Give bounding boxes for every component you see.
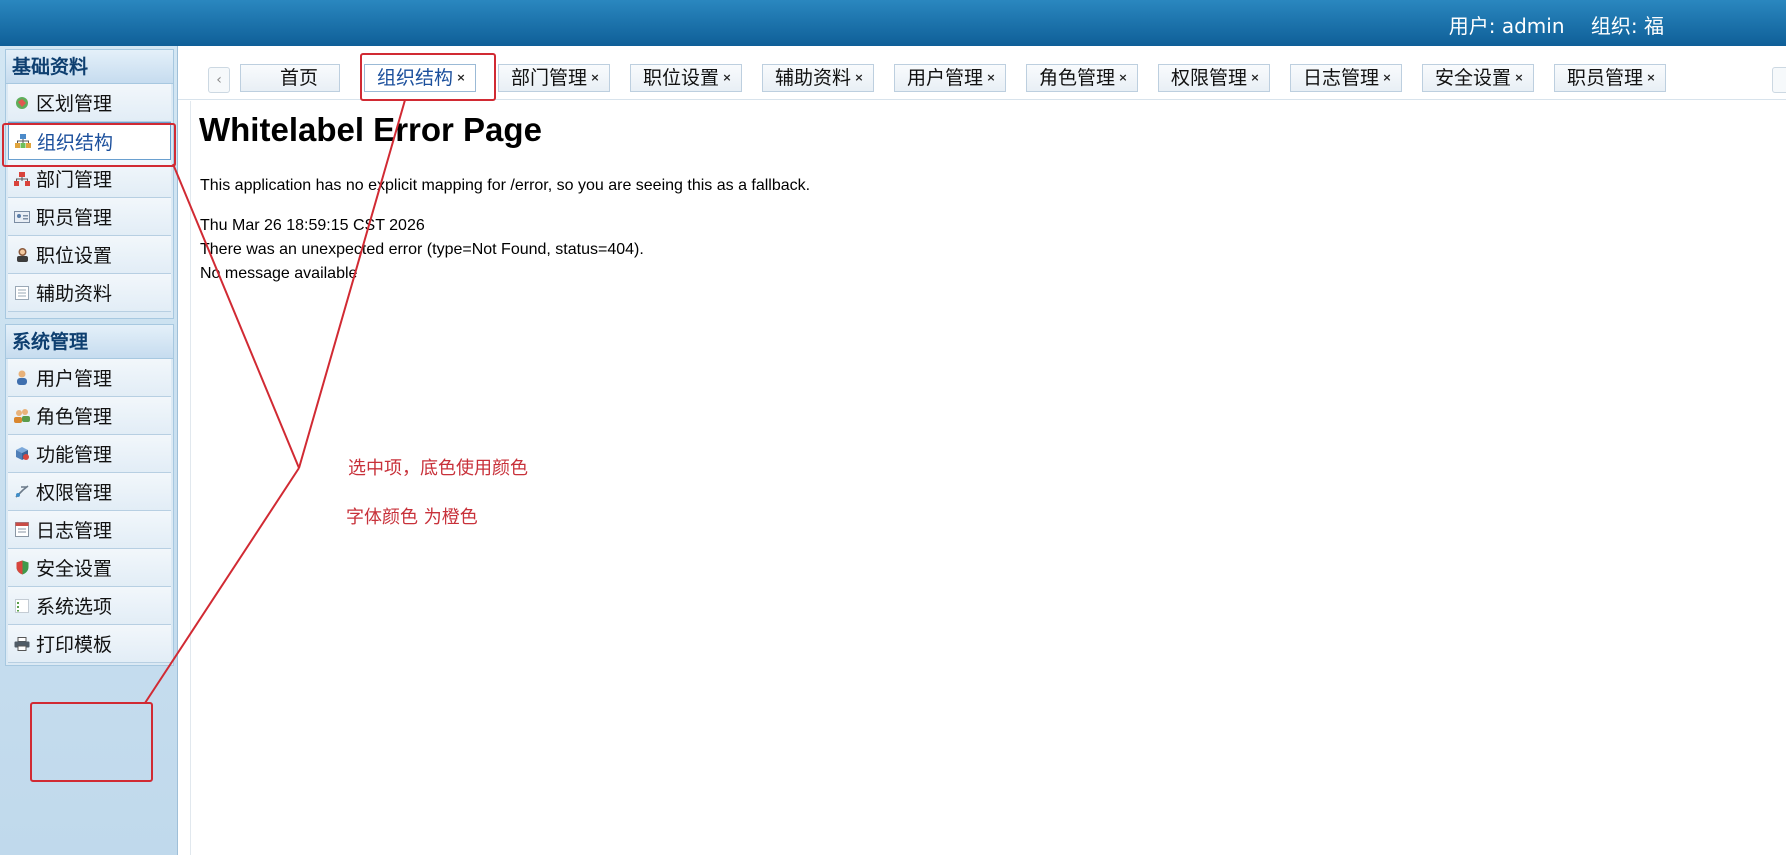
tab-label: 部门管理 — [511, 67, 588, 89]
error-page-title: Whitelabel Error Page — [199, 111, 542, 148]
org-structure-icon — [15, 133, 31, 149]
printer-icon — [14, 636, 30, 652]
sidebar-item-user[interactable]: 用户管理 — [8, 359, 171, 397]
tab-close-icon[interactable]: × — [1249, 72, 1261, 84]
tab-label: 日志管理 — [1303, 67, 1380, 89]
top-header-bar: 用户: admin 组织: 福 — [0, 0, 1786, 46]
sidebar-item-position[interactable]: 职位设置 — [8, 236, 171, 274]
department-icon — [14, 171, 30, 187]
sidebar-item-label: 打印模板 — [36, 634, 113, 656]
sidebar-item-label: 组织结构 — [37, 131, 114, 154]
tab-label: 职位设置 — [643, 67, 720, 89]
role-icon — [14, 408, 30, 424]
region-icon — [14, 95, 30, 111]
tab-close-icon[interactable]: × — [1513, 72, 1525, 84]
tab-close-icon[interactable]: × — [853, 72, 865, 84]
tab-department[interactable]: 部门管理 × — [498, 64, 610, 92]
sidebar-item-label: 角色管理 — [36, 406, 113, 428]
error-message: This application has no explicit mapping… — [200, 177, 811, 194]
sidebar-item-permission[interactable]: 权限管理 — [8, 473, 171, 511]
tab-strip: ‹ 首页 组织结构 × 部门管理 × 职位设置 × 辅助资料 × 用户管理 × … — [178, 46, 1786, 100]
user-icon — [14, 370, 30, 386]
user-info: 用户: admin 组织: 福 — [1429, 0, 1664, 46]
sidebar: 基础资料 区划管理 组织结构 部门管理 职员管理 职位设置 辅助资料 系统管理 … — [0, 46, 178, 855]
error-no-message: No message available — [200, 265, 358, 282]
sidebar-item-label: 安全设置 — [36, 558, 113, 580]
tab-close-icon[interactable]: × — [985, 72, 997, 84]
tab-close-icon[interactable]: × — [1117, 72, 1129, 84]
employee-card-icon — [14, 209, 30, 225]
tab-log[interactable]: 日志管理 × — [1290, 64, 1402, 92]
list-doc-icon — [14, 285, 30, 301]
sidebar-item-employee[interactable]: 职员管理 — [8, 198, 171, 236]
sidebar-item-label: 部门管理 — [36, 169, 113, 191]
annotation-note-background: 选中项，底色使用颜色 — [348, 458, 528, 479]
sidebar-item-auxiliary[interactable]: 辅助资料 — [8, 274, 171, 312]
sidebar-item-role[interactable]: 角色管理 — [8, 397, 171, 435]
sidebar-item-options[interactable]: 系统选项 — [8, 587, 171, 625]
sidebar-item-label: 功能管理 — [36, 444, 113, 466]
tab-auxiliary[interactable]: 辅助资料 × — [762, 64, 874, 92]
sidebar-item-label: 职位设置 — [36, 245, 113, 267]
tab-employee[interactable]: 职员管理 × — [1554, 64, 1666, 92]
error-timestamp: Thu Mar 26 18:59:15 CST 2026 — [200, 217, 425, 234]
tab-label: 用户管理 — [907, 67, 984, 89]
error-detail: There was an unexpected error (type=Not … — [200, 241, 644, 258]
tab-role[interactable]: 角色管理 × — [1026, 64, 1138, 92]
tab-security[interactable]: 安全设置 × — [1422, 64, 1534, 92]
sidebar-item-region[interactable]: 区划管理 — [8, 84, 171, 122]
function-icon — [14, 446, 30, 462]
sidebar-item-function[interactable]: 功能管理 — [8, 435, 171, 473]
annotation-note-font-color: 字体颜色 为橙色 — [346, 507, 478, 528]
current-org-label: 组织: 福 — [1590, 14, 1664, 38]
tab-label: 职员管理 — [1567, 67, 1644, 89]
tab-label: 角色管理 — [1039, 67, 1116, 89]
log-icon — [14, 522, 30, 538]
shield-icon — [14, 560, 30, 576]
tab-label: 安全设置 — [1435, 67, 1512, 89]
tab-close-icon[interactable]: × — [1645, 72, 1657, 84]
tab-close-icon[interactable]: × — [589, 72, 601, 84]
sidebar-group-title[interactable]: 基础资料 — [6, 50, 173, 84]
tab-scroll-right-button[interactable] — [1772, 67, 1786, 93]
sidebar-group-title[interactable]: 系统管理 — [6, 325, 173, 359]
sidebar-item-label: 辅助资料 — [36, 283, 113, 305]
tab-scroll-left-button[interactable]: ‹ — [208, 67, 230, 93]
options-icon — [14, 598, 30, 614]
tab-label: 权限管理 — [1171, 67, 1248, 89]
sidebar-item-department[interactable]: 部门管理 — [8, 160, 171, 198]
position-icon — [14, 247, 30, 263]
permission-icon — [14, 484, 30, 500]
sidebar-group-system: 系统管理 用户管理 角色管理 功能管理 权限管理 日志管理 安全设置 系统选项 … — [5, 324, 174, 666]
tab-position[interactable]: 职位设置 × — [630, 64, 742, 92]
sidebar-item-print-template[interactable]: 打印模板 — [8, 625, 171, 663]
sidebar-item-org-structure[interactable]: 组织结构 — [8, 122, 171, 160]
sidebar-item-log[interactable]: 日志管理 — [8, 511, 171, 549]
sidebar-item-label: 用户管理 — [36, 368, 113, 390]
tab-label: 首页 — [280, 67, 319, 89]
tab-org-structure[interactable]: 组织结构 × — [364, 64, 476, 92]
tab-home[interactable]: 首页 — [240, 64, 340, 92]
tab-label: 组织结构 — [377, 67, 454, 89]
sidebar-item-label: 权限管理 — [36, 482, 113, 504]
tab-close-icon[interactable]: × — [1381, 72, 1393, 84]
sidebar-item-label: 日志管理 — [36, 520, 113, 542]
sidebar-group-basic-data: 基础资料 区划管理 组织结构 部门管理 职员管理 职位设置 辅助资料 — [5, 49, 174, 319]
tab-user[interactable]: 用户管理 × — [894, 64, 1006, 92]
tab-close-icon[interactable]: × — [721, 72, 733, 84]
tab-close-icon[interactable]: × — [455, 72, 467, 84]
tab-permission[interactable]: 权限管理 × — [1158, 64, 1270, 92]
sidebar-item-label: 职员管理 — [36, 207, 113, 229]
sidebar-item-label: 系统选项 — [36, 596, 113, 618]
sidebar-item-label: 区划管理 — [36, 93, 113, 115]
current-user-label: 用户: admin — [1448, 14, 1565, 38]
sidebar-item-security[interactable]: 安全设置 — [8, 549, 171, 587]
tab-label: 辅助资料 — [775, 67, 852, 89]
